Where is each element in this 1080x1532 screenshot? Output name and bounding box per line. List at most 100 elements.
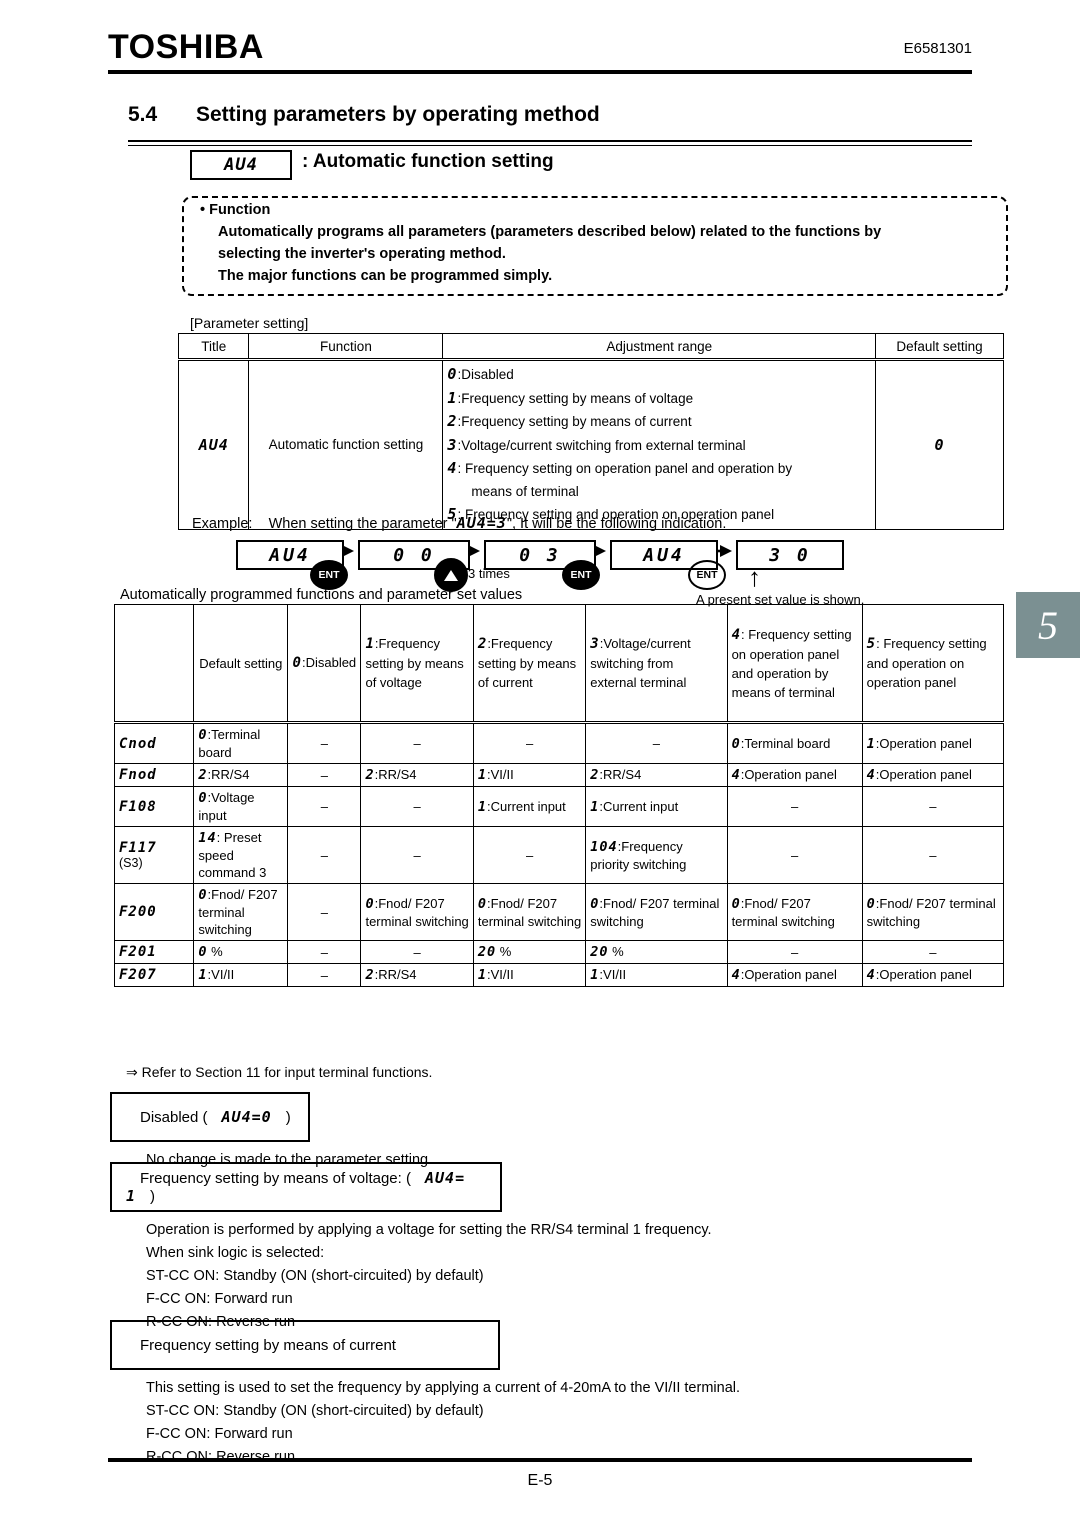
cell-text: :Operation panel (740, 767, 837, 782)
cell-text: :RR/S4 (207, 767, 250, 782)
cell-text: :Current input (487, 798, 566, 814)
note-heading-code: AU4=0 (221, 1108, 272, 1126)
cell-code: 0 (198, 944, 208, 960)
col-header-code: 5 (866, 636, 877, 652)
table-cell: 0:Fnod/ F207 terminal switching (585, 883, 728, 941)
table-cell: 4:Operation panel (726, 763, 863, 787)
cell-code: 4 (866, 967, 876, 983)
arrow-right-icon (718, 544, 732, 558)
parameter-setting-table: Title Function Adjustment range Default … (177, 333, 1004, 530)
cell-code: 2 (365, 767, 375, 783)
col-header-label: :Frequency setting by means of current (477, 636, 577, 690)
ent-key-icon[interactable]: ENT (310, 560, 348, 590)
cell-text: :Current input (599, 798, 679, 814)
cell-code: 0 (365, 895, 375, 912)
note-heading-box: Frequency setting by means of current (110, 1320, 500, 1370)
table-header-row: Title Function Adjustment range Default … (177, 333, 1004, 361)
parameter-code-text: F207 (119, 967, 157, 983)
arrow-right-icon (344, 544, 354, 558)
note-heading-text: Frequency setting by means of current (112, 1337, 396, 1354)
cell-dash: – (360, 940, 474, 964)
table-cell: 1:VI/II (193, 963, 289, 987)
cell-dash: – (472, 722, 587, 764)
page-number: E-5 (527, 1472, 553, 1489)
table-cell: 20 % (472, 940, 587, 964)
adjustment-option-text: means of terminal (471, 483, 579, 499)
col-header-code: 1 (365, 636, 375, 652)
cell-default-setting: 0 (875, 359, 1004, 530)
cell-dash: – (287, 763, 362, 787)
table-cell: 2:RR/S4 (360, 963, 474, 987)
cell-code: 4 (731, 767, 741, 783)
col-header-adjustment: Adjustment range (442, 333, 877, 361)
table-cell: 0:Voltage input (193, 786, 289, 827)
cell-text: :Operation panel (875, 767, 972, 782)
chapter-tab-number: 5 (1038, 602, 1058, 648)
col-header-label: :Disabled (301, 655, 357, 670)
table-row: F207 1:VI/II –2:RR/S4 1:VI/II 1:VI/II 4:Opera… (113, 963, 1005, 987)
table-cell: 1:Current input (585, 786, 728, 827)
note-heading-prefix: Disabled ( (140, 1109, 208, 1126)
adjustment-option-text: :Voltage/current switching from external… (457, 437, 746, 453)
table-cell: 1:Operation panel (861, 722, 1005, 764)
cell-text: :Fnod/ F207 terminal switching (590, 895, 720, 929)
cell-code: 0 (198, 887, 208, 903)
table-cell: 1:VI/II (472, 963, 587, 987)
adjustment-option-code: 2 (447, 412, 458, 430)
cell-code: 0 (477, 895, 488, 912)
cell-adjustment-range: 0:Disabled 1:Frequency setting by means o… (442, 359, 877, 530)
document-id: E6581301 (903, 40, 972, 57)
ent-key-icon[interactable]: ENT (562, 560, 600, 590)
note-line: R-CC ON: Reverse run (146, 1449, 296, 1465)
cell-param-title: AU4 (177, 359, 250, 530)
footer-rule (108, 1458, 972, 1462)
cell-code: 1 (477, 767, 488, 783)
adjustment-option-text: :Frequency setting by means of current (457, 414, 692, 429)
cell-text: :VI/II (599, 967, 627, 982)
parameter-setting-label: [Parameter setting] (190, 315, 309, 331)
cell-dash: – (861, 826, 1005, 884)
page-header: TOSHIBA E6581301 (108, 28, 972, 76)
row-parameter-code: F117 (S3) (113, 826, 195, 884)
example-line: Example: When setting the parameter "AU4… (192, 514, 726, 532)
note-line: Operation is performed by applying a vol… (146, 1222, 712, 1238)
note-heading-prefix: Frequency setting by means of current (140, 1336, 396, 1354)
cell-code: 104 (590, 838, 618, 855)
table-cell: 0:Terminal board (726, 722, 863, 764)
note-heading-suffix: ) (150, 1188, 156, 1205)
col-header: 3:Voltage/current switching from externa… (585, 604, 728, 724)
function-line-3: The major functions can be programmed si… (218, 268, 553, 284)
table-row: AU4 Automatic function setting 0:Disable… (177, 359, 1004, 530)
col-header-label: : Frequency setting and operation on ope… (866, 636, 987, 690)
cell-text: :Terminal board (198, 727, 261, 760)
pointer-up-arrow-icon: ↑ (748, 562, 761, 592)
note-line: This setting is used to set the frequenc… (146, 1380, 741, 1396)
adjustment-option-code: 0 (447, 365, 458, 383)
note-heading-box: Disabled ( AU4=0) (110, 1092, 310, 1142)
cell-text: :Terminal board (740, 735, 831, 751)
cell-code: 0 (198, 727, 208, 743)
header-rule (108, 70, 972, 74)
parameter-code-text: F201 (119, 944, 157, 960)
table-cell: 2:RR/S4 (193, 763, 289, 787)
col-header-label: :Voltage/current switching from external… (590, 636, 691, 690)
table-row: Fnod 2:RR/S4–2:RR/S4 1:VI/II 2:RR/S4 4:Opera… (113, 763, 1005, 787)
cell-text: :VI/II (487, 767, 514, 782)
document-page: TOSHIBA E6581301 5.4 Setting parameters … (0, 0, 1080, 1532)
parameter-subcode: (S3) (119, 856, 143, 870)
example-param-expr: AU4=3 (456, 514, 507, 532)
col-header-label: Default setting (199, 655, 283, 671)
note-heading-suffix: ) (285, 1109, 291, 1126)
adjustment-option: 2:Frequency setting by means of current (447, 410, 871, 434)
row-parameter-code: F201 (113, 940, 195, 964)
cell-text: :Operation panel (875, 967, 972, 982)
cell-text: :Fnod/ F207 terminal switching (477, 895, 582, 929)
cell-code: 14 (198, 830, 217, 846)
col-header: 2:Frequency setting by means of current (472, 604, 587, 724)
table-cell: 1:VI/II (585, 963, 728, 987)
cell-dash: – (360, 786, 474, 827)
ent-key-icon[interactable]: ENT (688, 560, 726, 590)
row-parameter-code: F108 (113, 786, 195, 827)
adjustment-option: 4: Frequency setting on operation panel … (447, 457, 871, 481)
cell-code: 1 (477, 798, 488, 815)
